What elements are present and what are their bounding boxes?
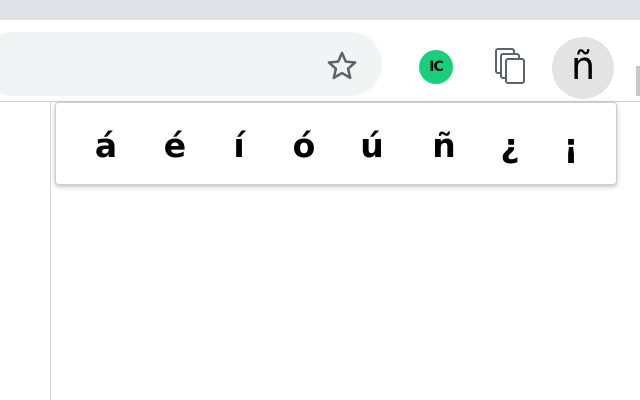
char-e-acute-button[interactable]: é — [153, 121, 197, 169]
char-inverted-exclamation-button[interactable]: ¡ — [549, 121, 593, 169]
spanish-accents-extension-button[interactable]: ñ — [552, 37, 614, 99]
char-inverted-question-button[interactable]: ¿ — [488, 121, 532, 169]
ic-extension-button[interactable]: IC — [414, 45, 458, 89]
char-u-acute-button[interactable]: ú — [350, 121, 394, 169]
char-i-acute-button[interactable]: í — [217, 121, 261, 169]
char-o-acute-button[interactable]: ó — [282, 121, 326, 169]
bookmark-star-button[interactable] — [318, 42, 366, 90]
ic-extension-icon: IC — [419, 50, 453, 84]
ic-extension-label: IC — [429, 59, 444, 75]
star-outline-icon — [327, 51, 357, 80]
stacked-pages-icon — [495, 48, 525, 84]
browser-window: IC ñ á é í ó ú ñ ¿ ¡ — [0, 0, 640, 400]
browser-toolbar: IC ñ — [0, 20, 640, 100]
spanish-accents-extension-label: ñ — [570, 44, 596, 88]
char-n-tilde-button[interactable]: ñ — [422, 121, 466, 169]
accent-characters-popup: á é í ó ú ñ ¿ ¡ — [55, 102, 617, 185]
char-a-acute-button[interactable]: á — [84, 121, 128, 169]
browser-menu-edge[interactable] — [636, 66, 640, 96]
page-side-divider — [50, 102, 51, 400]
copy-extension-button[interactable] — [486, 42, 534, 90]
tab-strip — [0, 0, 640, 20]
